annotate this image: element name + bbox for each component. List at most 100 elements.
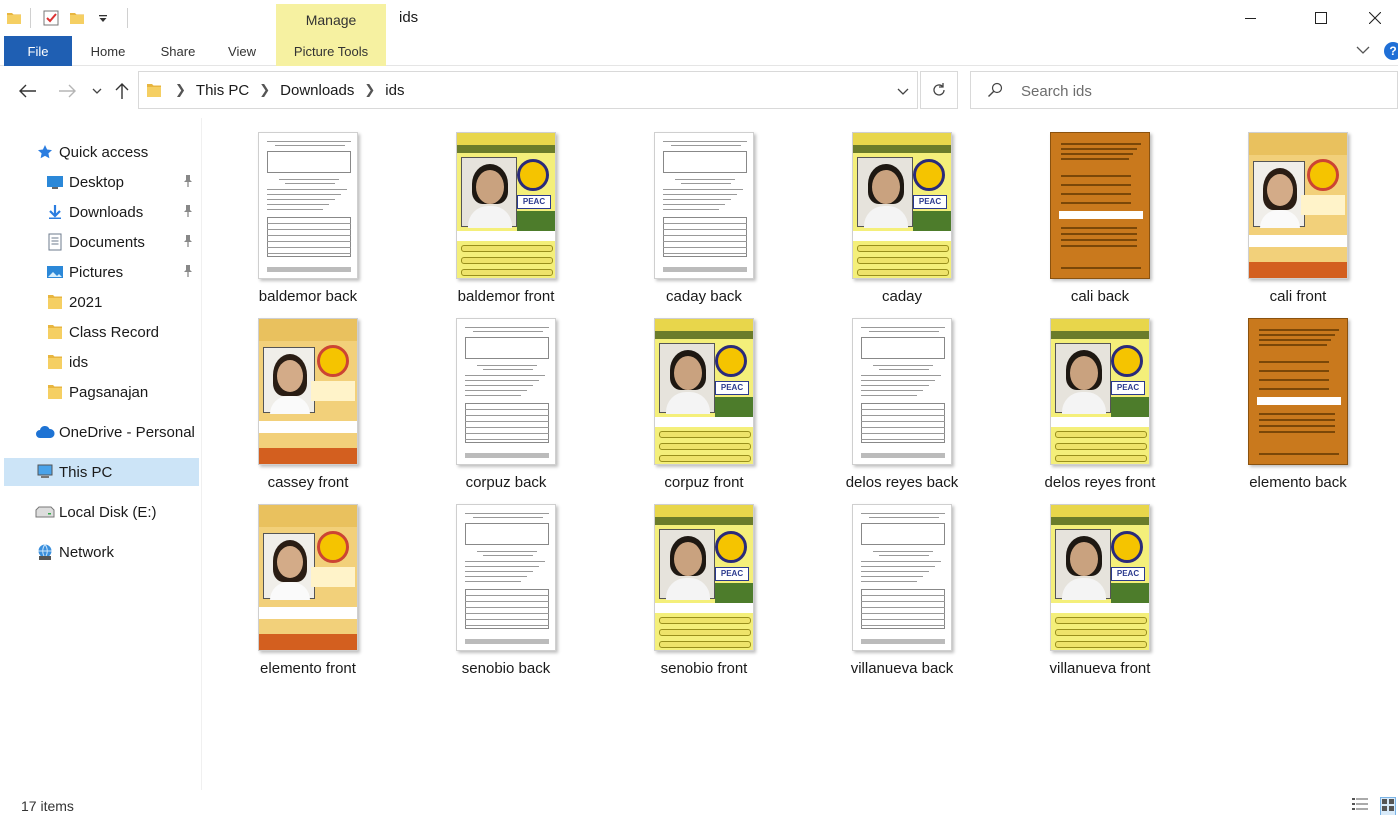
search-icon [987, 82, 1003, 103]
tab-share[interactable]: Share [150, 36, 206, 66]
maximize-button[interactable] [1298, 0, 1344, 36]
sidebar-item-label: Quick access [59, 143, 149, 161]
pin-icon[interactable] [182, 204, 194, 222]
file-item[interactable]: cassey front [213, 304, 403, 491]
sidebar-item-pictures[interactable]: Pictures [4, 258, 199, 286]
sidebar-item-2021[interactable]: 2021 [4, 288, 199, 316]
pin-icon[interactable] [182, 174, 194, 192]
back-button[interactable] [16, 78, 40, 104]
sidebar-item-label: OneDrive - Personal [59, 423, 195, 441]
documents-icon [44, 232, 66, 252]
file-thumbnail [1248, 132, 1348, 279]
file-thumbnail: PEAC [456, 132, 556, 279]
sidebar-item-downloads[interactable]: Downloads [4, 198, 199, 226]
file-name: cali back [1070, 288, 1130, 305]
file-name: delos reyes front [1044, 474, 1156, 491]
help-icon[interactable]: ? [1384, 42, 1398, 60]
file-item[interactable]: caday back [609, 118, 799, 305]
sidebar-item-ids[interactable]: ids [4, 348, 199, 376]
search-input[interactable] [1021, 80, 1381, 102]
sidebar-item-label: This PC [59, 463, 113, 481]
sidebar-item-documents[interactable]: Documents [4, 228, 199, 256]
file-item[interactable]: PEAC caday [807, 118, 997, 305]
file-thumbnail: PEAC [852, 132, 952, 279]
status-bar: 17 items [0, 790, 1398, 815]
drive-icon [34, 502, 56, 522]
file-name: cassey front [267, 474, 349, 491]
large-icons-view-icon[interactable] [1380, 797, 1396, 815]
new-folder-icon[interactable] [67, 8, 87, 28]
star-icon [34, 142, 56, 162]
file-name: elemento back [1249, 474, 1347, 491]
file-item[interactable]: villanueva back [807, 490, 997, 677]
toolbar-divider [127, 8, 128, 28]
tab-home[interactable]: Home [80, 36, 136, 66]
details-view-icon[interactable] [1352, 797, 1368, 815]
sidebar-item-class-record[interactable]: Class Record [4, 318, 199, 346]
properties-icon[interactable] [41, 8, 61, 28]
file-item[interactable]: elemento back [1203, 304, 1393, 491]
breadcrumb-this-pc[interactable]: This PC [196, 82, 249, 99]
file-name: baldemor front [457, 288, 555, 305]
refresh-button[interactable] [920, 71, 958, 109]
file-name: villanueva front [1049, 660, 1151, 677]
tab-picture-tools[interactable]: Picture Tools [276, 36, 386, 66]
network-icon [34, 542, 56, 562]
expand-ribbon-icon[interactable] [1356, 42, 1370, 60]
file-name: baldemor back [258, 288, 358, 305]
download-icon [44, 202, 66, 222]
file-item[interactable]: senobio back [411, 490, 601, 677]
sidebar-item-this-pc[interactable]: This PC [4, 458, 199, 486]
file-item[interactable]: elemento front [213, 490, 403, 677]
up-button[interactable] [110, 78, 134, 104]
sidebar-item-local-disk-e[interactable]: Local Disk (E:) [4, 498, 199, 526]
sidebar-item-label: Pictures [69, 263, 124, 281]
chevron-right-icon[interactable]: ❯ [175, 82, 186, 98]
file-item[interactable]: PEAC baldemor front [411, 118, 601, 305]
file-item[interactable]: PEAC villanueva front [1005, 490, 1195, 677]
title-bar: Manage ids [0, 0, 1398, 36]
pin-icon[interactable] [182, 264, 194, 282]
sidebar-item-pagsanajan[interactable]: Pagsanajan [4, 378, 199, 406]
breadcrumb-downloads[interactable]: Downloads [280, 82, 354, 99]
close-button[interactable] [1352, 0, 1398, 36]
file-item[interactable]: cali back [1005, 118, 1195, 305]
file-item[interactable]: PEAC senobio front [609, 490, 799, 677]
manage-tab[interactable]: Manage [276, 4, 386, 36]
folder-icon [146, 81, 162, 104]
tab-view[interactable]: View [216, 36, 268, 66]
file-thumbnail [258, 318, 358, 465]
sidebar-item-desktop[interactable]: Desktop [4, 168, 199, 196]
file-item[interactable]: cali front [1203, 118, 1393, 305]
file-item[interactable]: corpuz back [411, 304, 601, 491]
tab-file[interactable]: File [4, 36, 72, 66]
file-name: villanueva back [850, 660, 954, 677]
breadcrumb: ❯ This PC ❯ Downloads ❯ ids [175, 72, 404, 108]
search-box[interactable] [970, 71, 1398, 109]
folder-icon [44, 382, 66, 402]
item-count: 17 items [21, 798, 74, 814]
address-dropdown-icon[interactable] [897, 83, 909, 101]
file-thumbnail: PEAC [654, 504, 754, 651]
file-item[interactable]: PEAC corpuz front [609, 304, 799, 491]
file-item[interactable]: baldemor back [213, 118, 403, 305]
recent-locations-button[interactable] [85, 78, 109, 104]
address-bar[interactable]: ❯ This PC ❯ Downloads ❯ ids [138, 71, 918, 109]
forward-button[interactable] [55, 78, 79, 104]
sidebar-item-network[interactable]: Network [4, 538, 199, 566]
file-item[interactable]: PEAC delos reyes front [1005, 304, 1195, 491]
ribbon-controls: ? [1356, 42, 1398, 60]
breadcrumb-ids[interactable]: ids [385, 82, 404, 99]
desktop-icon [44, 172, 66, 192]
pin-icon[interactable] [182, 234, 194, 252]
chevron-right-icon[interactable]: ❯ [364, 82, 375, 98]
minimize-button[interactable] [1228, 0, 1274, 36]
customize-toolbar-icon[interactable] [93, 8, 113, 28]
file-thumbnail [456, 504, 556, 651]
sidebar-item-quick-access[interactable]: Quick access [4, 138, 199, 166]
file-item[interactable]: delos reyes back [807, 304, 997, 491]
sidebar-item-onedrive-personal[interactable]: OneDrive - Personal [4, 418, 199, 446]
file-name: elemento front [260, 660, 356, 677]
quick-access-toolbar [4, 6, 128, 30]
chevron-right-icon[interactable]: ❯ [259, 82, 270, 98]
